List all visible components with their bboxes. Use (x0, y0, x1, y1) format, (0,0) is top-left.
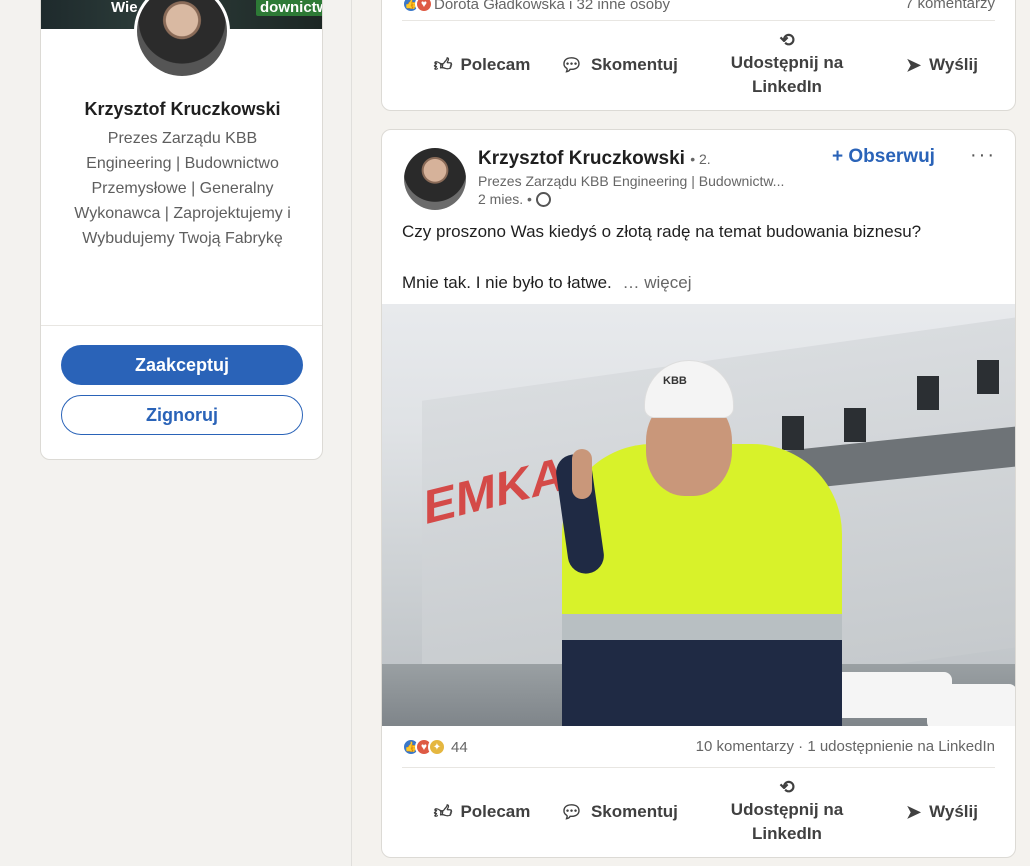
see-more-link[interactable]: … więcej (623, 273, 692, 292)
reactions-text[interactable]: Dorota Gładkowska i 32 inne osoby (434, 0, 670, 13)
helmet-logo: KBB (663, 375, 687, 387)
comments-count[interactable]: 7 komentarzy (905, 0, 995, 12)
send-button[interactable]: ➤ Wyślij (882, 25, 1002, 105)
repost-icon: ⟲ (779, 30, 795, 50)
thumbs-up-icon: 👍︎ (433, 55, 453, 75)
send-icon: ➤ (906, 54, 922, 75)
send-label: Wyślij (929, 802, 978, 821)
post-text-line-2: Mnie tak. I nie było to łatwe. … więcej (402, 273, 691, 293)
social-counts-row: 👍 ♥ ✦ 44 10 komentarzy · 1 udostępnienie… (402, 738, 995, 760)
share-label: Udostępnij na LinkedIn (730, 53, 844, 96)
send-icon: ➤ (906, 801, 922, 822)
building-window (782, 416, 804, 450)
share-button[interactable]: ⟲ Udostępnij na LinkedIn (712, 25, 862, 105)
building-window (917, 376, 939, 410)
actions-divider (402, 767, 995, 768)
actions-divider (402, 20, 995, 21)
post-image[interactable]: EMKA KBB (382, 304, 1015, 726)
post-card: Krzysztof Kruczkowski • 2. Prezes Zarząd… (381, 129, 1016, 858)
send-button[interactable]: ➤ Wyślij (882, 772, 1002, 852)
comment-label: Skomentuj (590, 55, 678, 74)
post-actions: 👍︎ Polecam 💬︎ Skomentuj ⟲ Udostępnij na … (382, 25, 1015, 105)
column-divider (351, 0, 352, 866)
like-button[interactable]: 👍︎ Polecam (402, 772, 562, 852)
follow-button[interactable]: + Obserwuj (832, 146, 935, 168)
banner-text-left: Wie (111, 0, 138, 16)
comment-icon: 💬︎ (560, 54, 583, 75)
card-divider (41, 325, 322, 326)
post-text-line-1: Czy proszono Was kiedyś o złotą radę na … (402, 222, 922, 241)
invitation-card: Wie downictwo Krzysztof Kruczkowski Prez… (40, 0, 323, 460)
engagement-text[interactable]: 10 komentarzy · 1 udostępnienie na Linke… (696, 738, 995, 755)
comment-button[interactable]: 💬︎ Skomentuj (554, 25, 684, 105)
post-actions: 👍︎ Polecam 💬︎ Skomentuj ⟲ Udostępnij na … (382, 772, 1015, 852)
comment-label: Skomentuj (590, 802, 678, 821)
author-headline: Prezes Zarządu KBB Engineering | Budowni… (478, 173, 785, 189)
accept-button[interactable]: Zaakceptuj (61, 345, 303, 385)
person-hand (572, 449, 592, 499)
author-avatar[interactable] (404, 148, 466, 210)
like-label: Polecam (460, 55, 531, 74)
comment-button[interactable]: 💬︎ Skomentuj (554, 772, 684, 852)
share-label: Udostępnij na LinkedIn (730, 800, 844, 843)
like-button[interactable]: 👍︎ Polecam (402, 25, 562, 105)
social-counts-row: 👍 ♥ Dorota Gładkowska i 32 inne osoby 7 … (402, 0, 995, 17)
reaction-icons[interactable]: 👍 ♥ ✦ (402, 738, 446, 756)
post-meta: 2 mies. • (478, 191, 551, 207)
reaction-icons[interactable]: 👍 ♥ (402, 0, 433, 13)
connection-degree: • 2. (690, 151, 711, 167)
author-name-line: Krzysztof Kruczkowski • 2. (478, 148, 711, 170)
reaction-count[interactable]: 44 (451, 739, 468, 756)
more-icon[interactable]: ··· (970, 144, 996, 167)
send-label: Wyślij (929, 55, 978, 74)
comment-icon: 💬︎ (560, 801, 583, 822)
ignore-button[interactable]: Zignoruj (61, 395, 303, 435)
author-name[interactable]: Krzysztof Kruczkowski (478, 148, 685, 169)
heart-reaction-icon: ♥ (415, 0, 433, 13)
share-button[interactable]: ⟲ Udostępnij na LinkedIn (712, 772, 862, 852)
building-window (844, 408, 866, 442)
repost-icon: ⟲ (779, 777, 795, 797)
thumbs-up-icon: 👍︎ (433, 802, 453, 822)
profile-name[interactable]: Krzysztof Kruczkowski (41, 99, 322, 120)
post-text-line-2-content: Mnie tak. I nie było to łatwe. (402, 273, 612, 292)
banner-text-right: downictwo (256, 0, 322, 16)
profile-avatar[interactable] (134, 0, 230, 79)
post-card-previous: 👍 ♥ Dorota Gładkowska i 32 inne osoby 7 … (381, 0, 1016, 111)
like-label: Polecam (460, 802, 531, 821)
car (927, 684, 1015, 726)
building-window (977, 360, 999, 394)
profile-headline: Prezes Zarządu KBB Engineering | Budowni… (74, 130, 291, 247)
post-time: 2 mies. • (478, 191, 532, 207)
lightbulb-reaction-icon: ✦ (428, 738, 446, 756)
globe-icon (535, 191, 551, 207)
